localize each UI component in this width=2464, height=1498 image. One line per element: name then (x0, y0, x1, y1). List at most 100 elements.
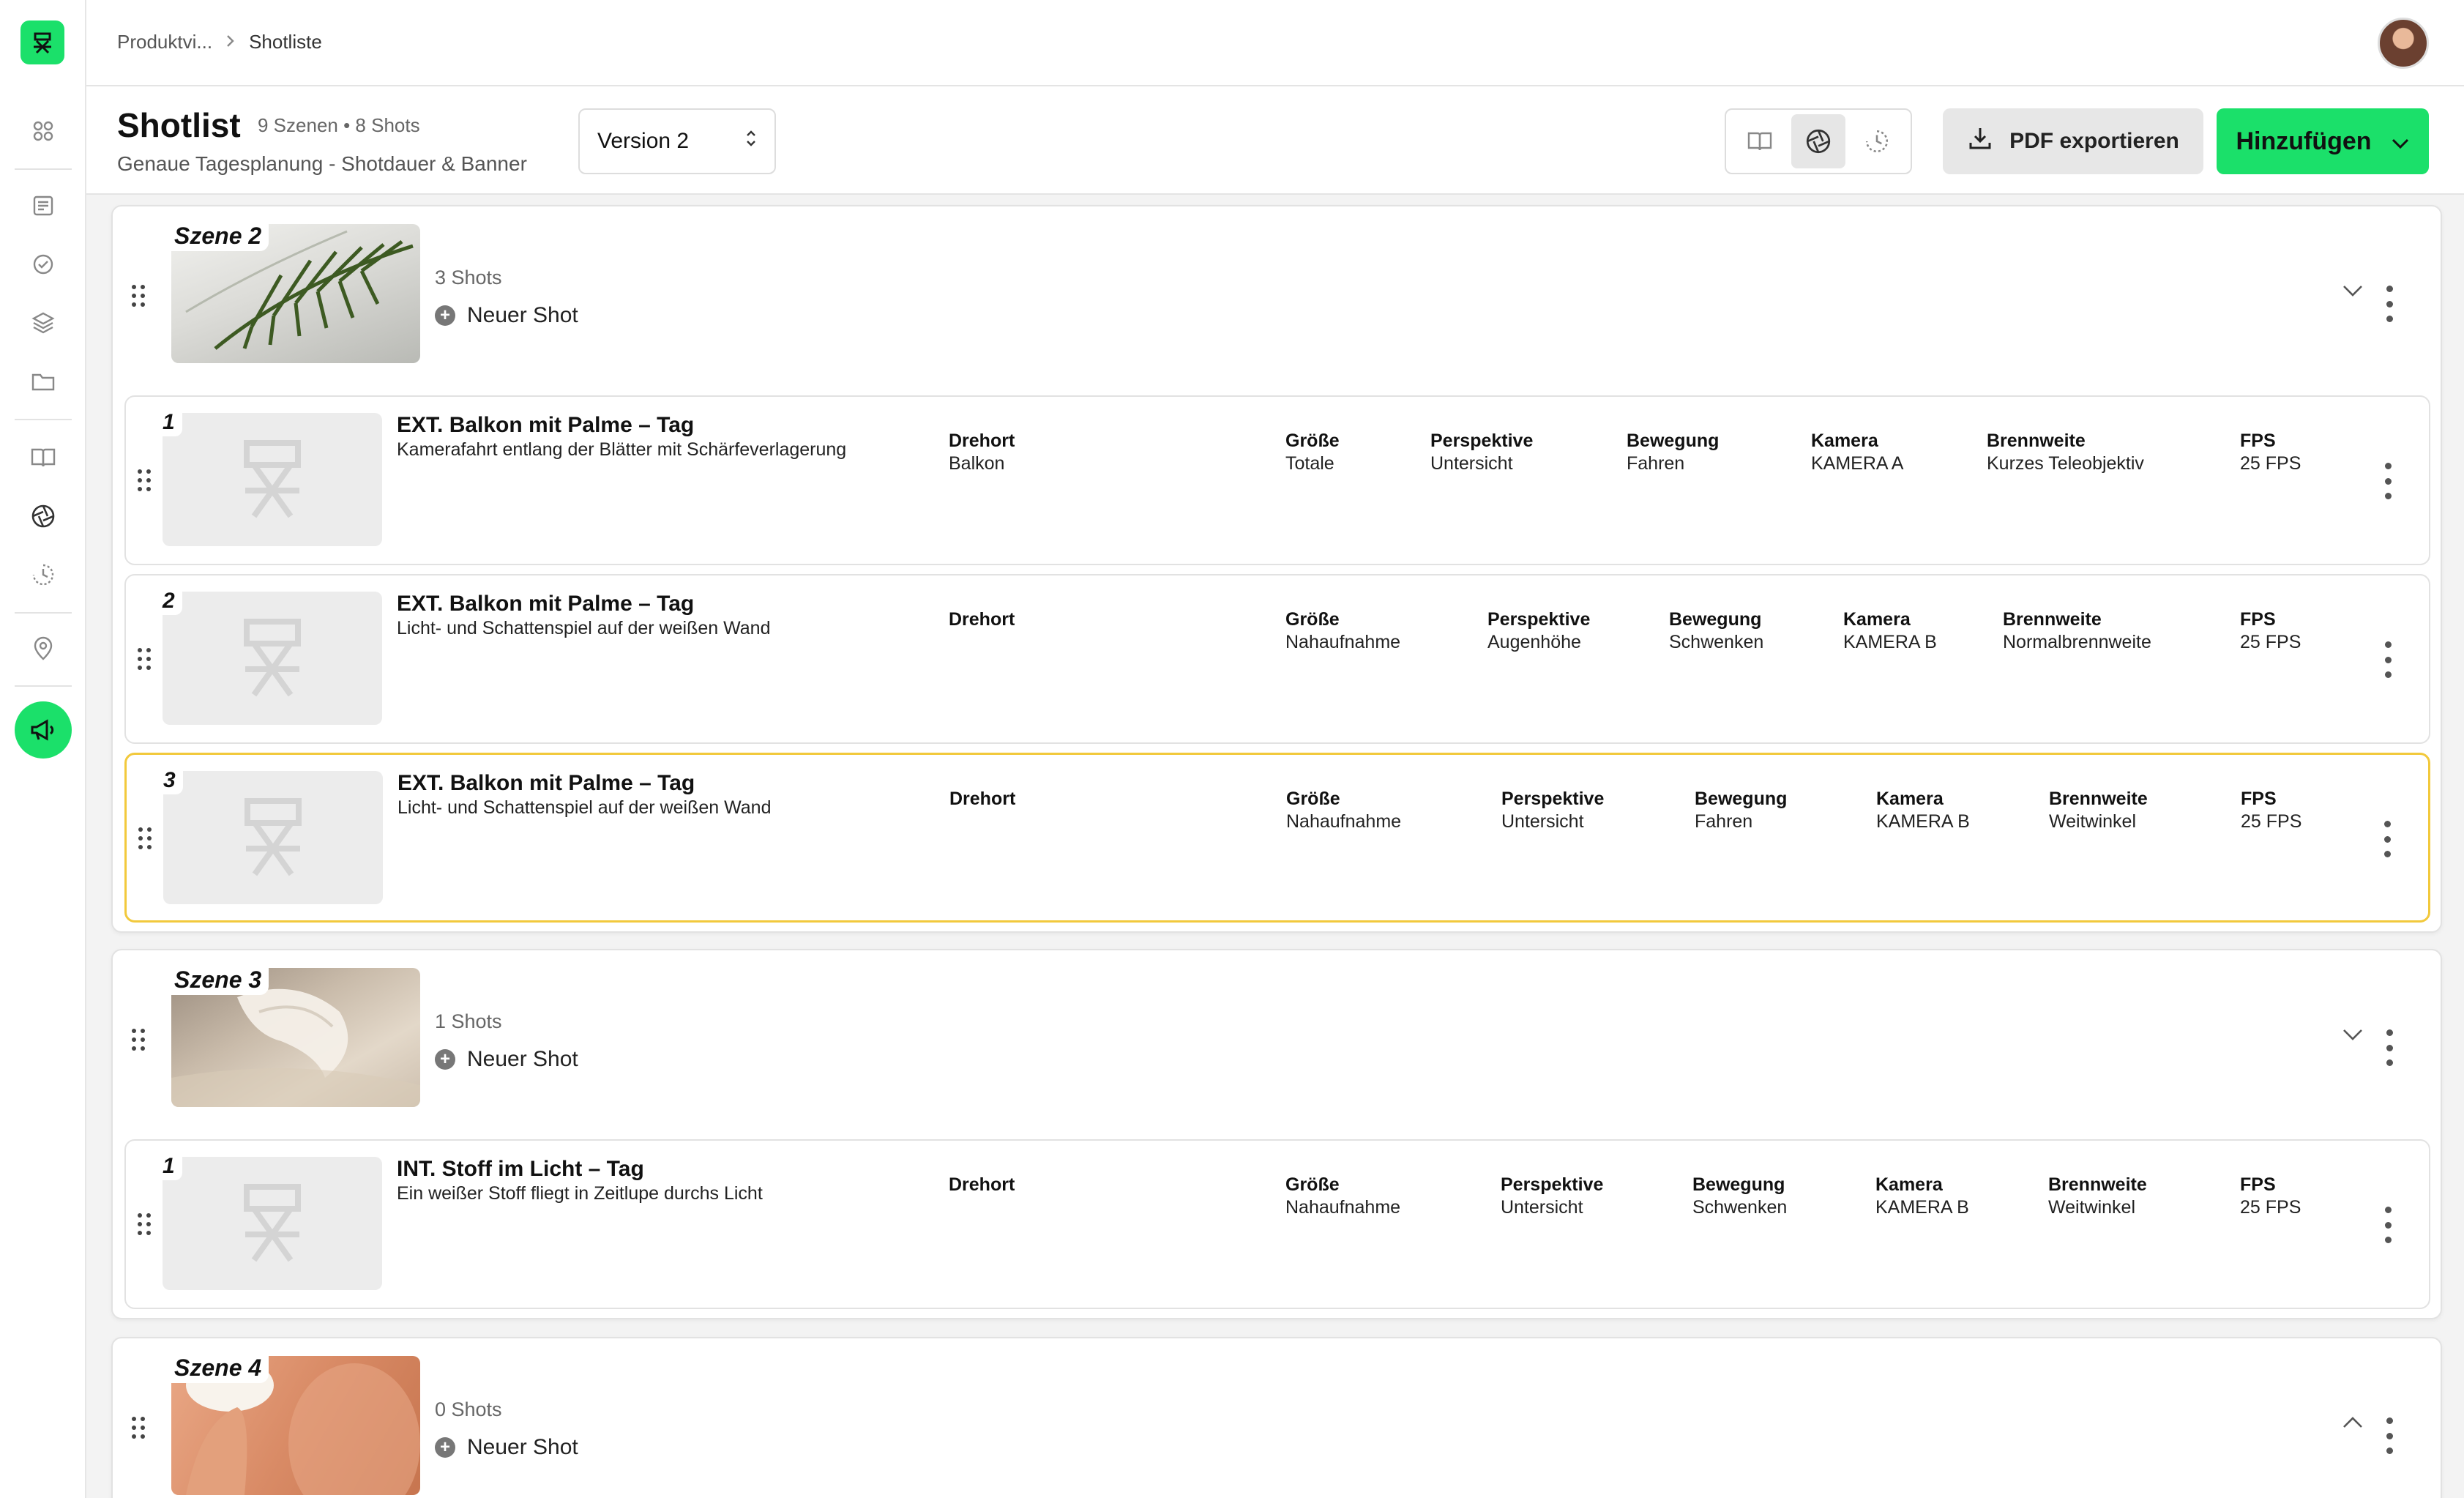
add-button-label: Hinzufügen (2236, 127, 2372, 155)
shot-description: Licht- und Schattenspiel auf der weißen … (397, 797, 772, 818)
folder-icon[interactable] (26, 365, 60, 398)
shot-thumbnail[interactable] (163, 413, 382, 546)
shot-number: 1 (161, 1154, 182, 1180)
scene-menu-icon[interactable] (2382, 1029, 2397, 1066)
shot-thumbnail[interactable] (163, 771, 383, 904)
shot-focal: Brennweite Weitwinkel (2048, 1174, 2147, 1218)
check-icon[interactable] (26, 247, 60, 281)
shot-fps: FPS 25 FPS (2240, 609, 2301, 652)
sidebar-divider (15, 419, 72, 420)
view-clock-icon[interactable] (1850, 114, 1904, 168)
sidebar (0, 0, 86, 1498)
shot-card[interactable]: 1 INT. Stoff im Licht – Tag Ein weißer S… (124, 1139, 2430, 1309)
view-book-icon[interactable] (1733, 114, 1787, 168)
new-shot-label: Neuer Shot (467, 1435, 578, 1459)
collapse-chevron-icon[interactable] (2338, 1024, 2367, 1046)
megaphone-icon[interactable] (15, 701, 72, 759)
shot-movement: Bewegung Fahren (1695, 789, 1788, 832)
drag-handle-icon[interactable] (127, 1025, 149, 1054)
shot-number: 2 (161, 589, 182, 615)
shot-number: 1 (161, 410, 182, 436)
download-icon (1967, 125, 1993, 157)
scene-menu-icon[interactable] (2382, 1417, 2397, 1454)
breadcrumb-current: Shotliste (249, 31, 322, 53)
avatar[interactable] (2378, 18, 2429, 69)
drag-handle-icon[interactable] (133, 644, 155, 674)
layers-icon[interactable] (26, 306, 60, 340)
directors-chair-icon (244, 1184, 301, 1262)
scene-header: Szene 2 3 Shots + Neuer Shot (113, 206, 2441, 375)
plus-icon: + (435, 1049, 455, 1070)
export-pdf-label: PDF exportieren (2009, 129, 2179, 153)
view-aperture-icon[interactable] (1791, 114, 1845, 168)
shot-description: Kamerafahrt entlang der Blätter mit Schä… (397, 439, 847, 460)
shot-focal: Brennweite Kurzes Teleobjektiv (1987, 431, 2144, 474)
shot-description: Licht- und Schattenspiel auf der weißen … (397, 618, 771, 638)
expand-chevron-icon[interactable] (2338, 1412, 2367, 1434)
topbar: Produktvi... Shotliste (86, 0, 2464, 86)
shot-location: Drehort (949, 1174, 1015, 1195)
scene-card: Szene 2 3 Shots + Neuer Shot 1 EXT. Balk… (111, 205, 2442, 933)
drag-handle-icon[interactable] (134, 824, 156, 853)
shot-thumbnail[interactable] (163, 1157, 382, 1290)
export-pdf-button[interactable]: PDF exportieren (1943, 108, 2203, 174)
shot-card-selected[interactable]: 3 EXT. Balkon mit Palme – Tag Licht- und… (124, 753, 2430, 923)
shot-movement: Bewegung Fahren (1627, 431, 1720, 474)
directors-chair-icon (244, 619, 301, 697)
shot-focal: Brennweite Weitwinkel (2049, 789, 2148, 832)
collapse-chevron-icon[interactable] (2338, 280, 2367, 302)
shot-menu-icon[interactable] (2381, 641, 2395, 678)
scene-header: Szene 4 0 Shots + Neuer Shot (113, 1338, 2441, 1498)
scene-menu-icon[interactable] (2382, 286, 2397, 322)
shot-fps: FPS 25 FPS (2240, 1174, 2301, 1218)
new-shot-button[interactable]: + Neuer Shot (435, 1047, 578, 1072)
scene-shot-count: 3 Shots (435, 267, 502, 288)
shot-description: Ein weißer Stoff fliegt in Zeitlupe durc… (397, 1183, 763, 1204)
scene-shot-count: 0 Shots (435, 1398, 502, 1420)
aperture-icon[interactable] (26, 499, 60, 533)
shot-title: INT. Stoff im Licht – Tag (397, 1157, 644, 1181)
view-toggle (1725, 108, 1912, 174)
shot-menu-icon[interactable] (2381, 463, 2395, 499)
page-meta: 9 Szenen • 8 Shots (258, 114, 420, 136)
shot-perspective: Perspektive Untersicht (1501, 1174, 1604, 1218)
shot-card[interactable]: 2 EXT. Balkon mit Palme – Tag Licht- und… (124, 574, 2430, 744)
location-icon[interactable] (26, 631, 60, 665)
version-select[interactable]: Version 2 (578, 108, 776, 174)
scene-label: Szene 2 (171, 221, 269, 251)
version-select-label: Version 2 (597, 129, 690, 153)
shot-perspective: Perspektive Untersicht (1501, 789, 1605, 832)
shot-title: EXT. Balkon mit Palme – Tag (397, 413, 695, 437)
scene-header: Szene 3 1 Shots + Neuer Shot (113, 950, 2441, 1119)
shot-location: Drehort Balkon (949, 431, 1015, 474)
page-title: Shotlist (117, 106, 241, 144)
shot-fps: FPS 25 FPS (2241, 789, 2302, 832)
shot-perspective: Perspektive Untersicht (1430, 431, 1534, 474)
app-logo-icon[interactable] (20, 21, 64, 64)
shot-thumbnail[interactable] (163, 592, 382, 725)
scene-shot-count: 1 Shots (435, 1010, 502, 1032)
shot-camera: Kamera KAMERA B (1843, 609, 1937, 652)
drag-handle-icon[interactable] (127, 1413, 149, 1442)
scene-label: Szene 4 (171, 1353, 269, 1383)
sidebar-divider (15, 685, 72, 687)
shot-menu-icon[interactable] (2381, 1207, 2395, 1243)
clock-icon[interactable] (26, 558, 60, 592)
new-shot-button[interactable]: + Neuer Shot (435, 1435, 578, 1460)
shot-size: Größe Nahaufnahme (1285, 609, 1401, 652)
notes-icon[interactable] (26, 189, 60, 223)
scene-card: Szene 3 1 Shots + Neuer Shot 1 INT. Stof… (111, 949, 2442, 1319)
breadcrumb-parent[interactable]: Produktvi... (117, 31, 212, 53)
grid-icon[interactable] (26, 114, 60, 148)
shot-movement: Bewegung Schwenken (1669, 609, 1764, 652)
shot-menu-icon[interactable] (2380, 821, 2394, 857)
shot-card[interactable]: 1 EXT. Balkon mit Palme – Tag Kamerafahr… (124, 395, 2430, 565)
drag-handle-icon[interactable] (133, 466, 155, 495)
sidebar-divider (15, 168, 72, 170)
add-button[interactable]: Hinzufügen (2217, 108, 2429, 174)
new-shot-button[interactable]: + Neuer Shot (435, 303, 578, 328)
book-icon[interactable] (26, 441, 60, 474)
drag-handle-icon[interactable] (133, 1210, 155, 1239)
drag-handle-icon[interactable] (127, 281, 149, 310)
new-shot-label: Neuer Shot (467, 303, 578, 327)
